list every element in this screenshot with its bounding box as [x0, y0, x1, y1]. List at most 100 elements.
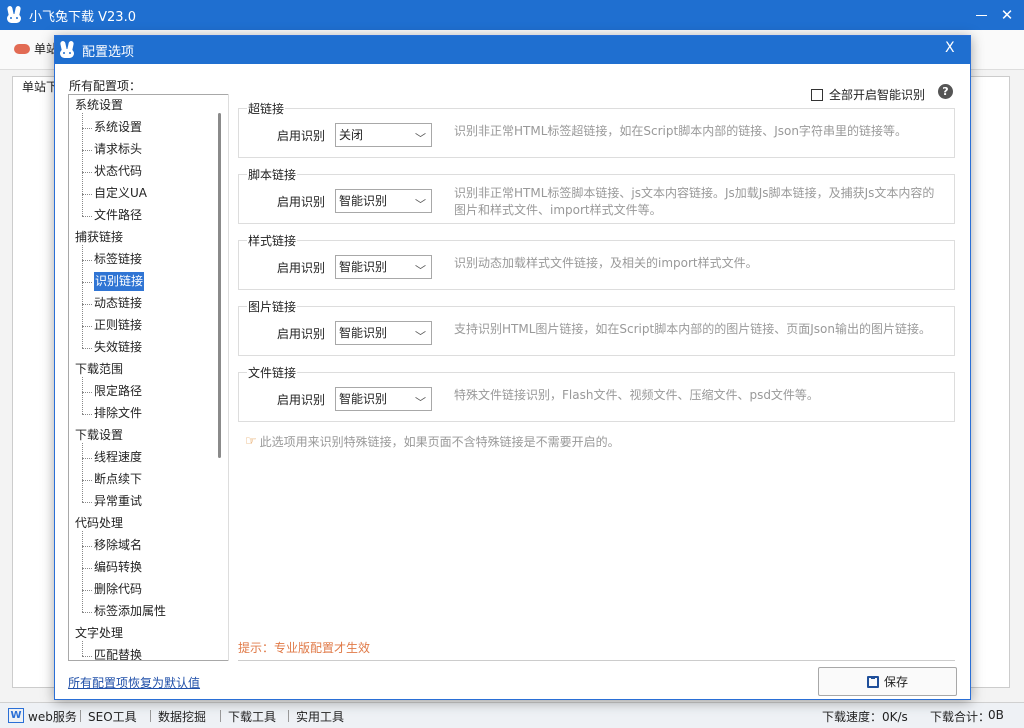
link-group: 超链接启用识别 关闭 ﹀ 识别非正常HTML标签超链接，如在Script脚本内部的链接… — [238, 100, 955, 158]
tree-item[interactable]: 删除代码 — [94, 580, 142, 599]
group-row: 启用识别 智能识别 ﹀ — [277, 255, 432, 279]
enable-label: 启用识别 — [277, 392, 326, 407]
group-description: 识别非正常HTML标签超链接，如在Script脚本内部的链接、Json字符串里的… — [454, 124, 907, 138]
group-title: 图片链接 — [247, 298, 298, 315]
tree-item[interactable]: 正则链接 — [94, 316, 142, 335]
bottom-divider — [238, 660, 955, 661]
group-row: 启用识别 智能识别 ﹀ — [277, 387, 432, 411]
main-titlebar: 小飞兔下载 V23.0 ✕ — [0, 0, 1024, 30]
group-description: 特殊文件链接识别，Flash文件、视频文件、压缩文件、psd文件等。 — [454, 388, 819, 402]
note-text: 此选项用来识别特殊链接，如果页面不含特殊链接是不需要开启的。 — [259, 435, 620, 449]
status-divider — [150, 710, 151, 722]
dialog-titlebar: 配置选项 X — [55, 36, 970, 64]
select-value: 智能识别 — [339, 326, 388, 340]
tree-connector — [82, 282, 92, 283]
save-button[interactable]: 保存 — [818, 667, 957, 696]
tree-item[interactable]: 状态代码 — [94, 162, 142, 181]
tree-item[interactable]: 自定义UA — [94, 184, 147, 203]
download-total-label: 下载合计： — [930, 710, 991, 724]
tree-connector — [82, 531, 83, 612]
background-panel-label: 单站下 — [22, 78, 59, 95]
smart-all-label: 全部开启智能识别 — [829, 88, 926, 102]
tree-connector — [82, 502, 92, 503]
window-close-button[interactable]: ✕ — [990, 0, 1024, 30]
select-value: 智能识别 — [339, 392, 388, 406]
group-title: 样式链接 — [247, 232, 298, 249]
tree-item[interactable]: 标签添加属性 — [94, 602, 166, 621]
single-site-tab[interactable]: 单站 — [14, 40, 58, 57]
group-title: 超链接 — [247, 100, 286, 117]
help-icon[interactable]: ? — [938, 84, 953, 99]
status-utility-tools[interactable]: 实用工具 — [296, 708, 344, 725]
tree-connector — [82, 304, 92, 305]
status-divider — [80, 710, 81, 722]
status-seo-tools[interactable]: SEO工具 — [88, 708, 137, 725]
group-title: 脚本链接 — [247, 166, 298, 183]
tree-item[interactable]: 排除文件 — [94, 404, 142, 423]
pointing-hand-icon: ☞ — [245, 434, 257, 449]
tree-item[interactable]: 异常重试 — [94, 492, 142, 511]
save-button-label: 保存 — [883, 675, 908, 689]
recognition-select[interactable]: 智能识别 ﹀ — [335, 387, 432, 411]
tree-connector — [82, 612, 92, 613]
tree-connector — [82, 260, 92, 261]
reset-defaults-link[interactable]: 所有配置项恢复为默认值 — [68, 674, 200, 691]
status-divider — [288, 710, 289, 722]
special-link-note: ☞ 此选项用来识别特殊链接，如果页面不含特殊链接是不需要开启的。 — [245, 433, 620, 450]
select-value: 智能识别 — [339, 194, 388, 208]
tree-connector — [82, 194, 92, 195]
tree-connector — [82, 480, 92, 481]
enable-label: 启用识别 — [277, 260, 326, 275]
tree-scrollbar-thumb[interactable] — [218, 113, 221, 458]
tree-connector — [82, 326, 92, 327]
tree-item[interactable]: 标签链接 — [94, 250, 142, 269]
link-group: 文件链接启用识别 智能识别 ﹀ 特殊文件链接识别，Flash文件、视频文件、压缩文件、… — [238, 364, 955, 422]
tree-item[interactable]: 失效链接 — [94, 338, 142, 357]
tree-item[interactable]: 动态链接 — [94, 294, 142, 313]
tree-connector — [82, 377, 83, 414]
tree-item[interactable]: 系统设置 — [94, 118, 142, 137]
tree-item[interactable]: 请求标头 — [94, 140, 142, 159]
select-value: 智能识别 — [339, 260, 388, 274]
tree-item[interactable]: 文件路径 — [94, 206, 142, 225]
tree-item[interactable]: 线程速度 — [94, 448, 142, 467]
pane-divider — [228, 94, 229, 661]
smart-all-checkbox[interactable] — [811, 88, 823, 101]
dialog-close-button[interactable]: X — [945, 40, 955, 56]
tree-connector — [82, 443, 83, 502]
tree-scrollbar[interactable] — [214, 95, 228, 660]
tree-connector — [82, 656, 92, 657]
tree-connector — [82, 216, 92, 217]
recognition-select[interactable]: 智能识别 ﹀ — [335, 321, 432, 345]
rabbit-logo-icon — [58, 41, 76, 59]
download-speed: 下载速度：0K/s — [822, 710, 908, 724]
link-group: 样式链接启用识别 智能识别 ﹀ 识别动态加载样式文件链接，及相关的import样式文件… — [238, 232, 955, 290]
status-data-mining[interactable]: 数据挖掘 — [158, 708, 206, 725]
group-title: 文件链接 — [247, 364, 298, 381]
status-download-tools[interactable]: 下载工具 — [228, 708, 276, 725]
recognition-select[interactable]: 智能识别 ﹀ — [335, 255, 432, 279]
tree-connector — [82, 546, 92, 547]
tree-item[interactable]: 断点续下 — [94, 470, 142, 489]
group-row: 启用识别 智能识别 ﹀ — [277, 321, 432, 345]
status-web-service[interactable]: web服务 — [28, 708, 77, 725]
app-title: 小飞兔下载 V23.0 — [29, 9, 136, 25]
cloud-download-icon — [14, 43, 30, 54]
tree-item[interactable]: 识别链接 — [94, 272, 145, 291]
pro-version-tip: 提示：专业版配置才生效 — [238, 641, 371, 655]
recognition-select[interactable]: 关闭 ﹀ — [335, 123, 432, 147]
recognition-select[interactable]: 智能识别 ﹀ — [335, 189, 432, 213]
tree-connector — [82, 590, 92, 591]
group-row: 启用识别 关闭 ﹀ — [277, 123, 432, 147]
group-row: 启用识别 智能识别 ﹀ — [277, 189, 432, 213]
tree-item[interactable]: 移除域名 — [94, 536, 142, 555]
smart-all-toggle[interactable]: 全部开启智能识别 — [811, 86, 925, 103]
tree-item[interactable]: 编码转换 — [94, 558, 142, 577]
download-total-value: 0B — [988, 708, 1004, 722]
tree-item[interactable]: 匹配替换 — [94, 646, 142, 660]
group-description: 支持识别HTML图片链接，如在Script脚本内部的的图片链接、页面Json输出… — [454, 322, 931, 336]
group-description: 识别动态加载样式文件链接，及相关的import样式文件。 — [454, 256, 758, 270]
group-description: 识别非正常HTML标签脚本链接、js文本内容链接。Js加载Js脚本链接，及捕获J… — [454, 186, 935, 217]
tree-item[interactable]: 限定路径 — [94, 382, 142, 401]
tree-connector — [82, 414, 92, 415]
